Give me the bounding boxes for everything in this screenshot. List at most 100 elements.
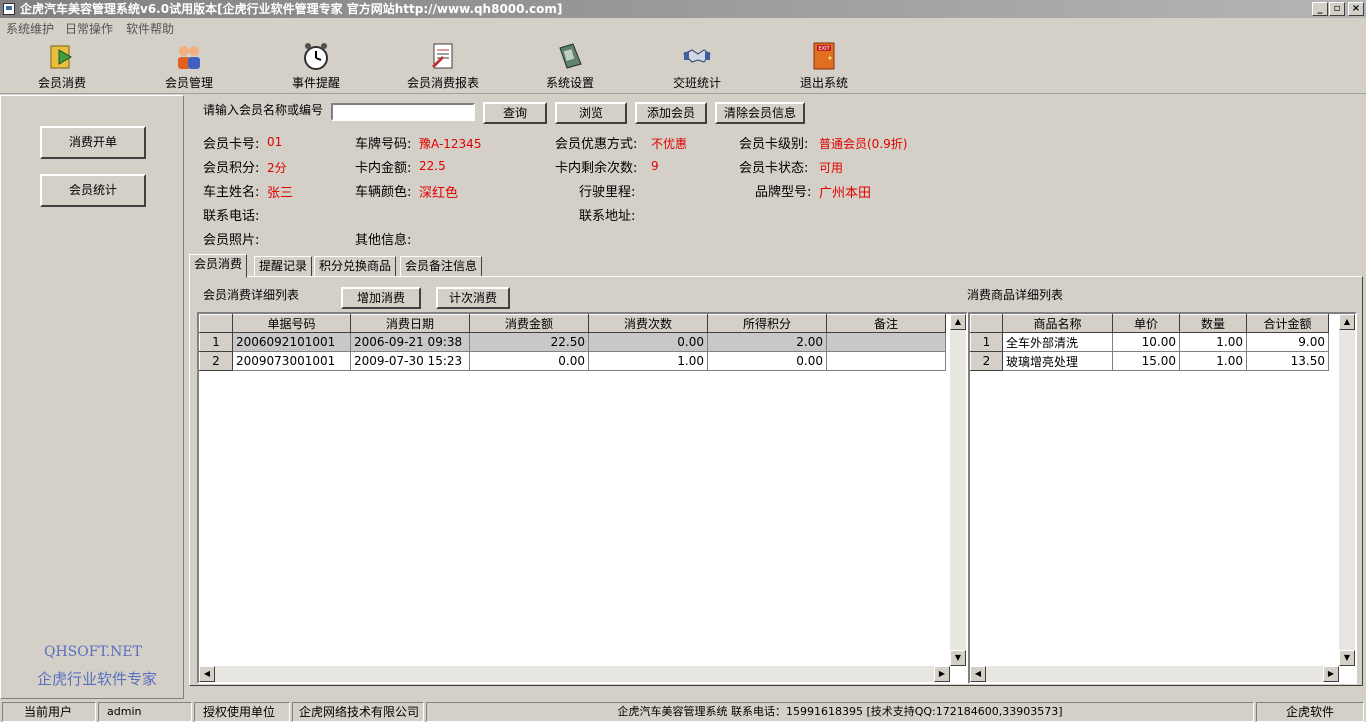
scroll-up-icon[interactable]: ▲: [1339, 314, 1355, 330]
menu-help[interactable]: 软件帮助: [126, 20, 174, 37]
close-button[interactable]: ×: [1348, 2, 1364, 16]
goods-grid[interactable]: 商品名称 单价 数量 合计金额 1 全车外部清洗 10.00 1.00 9.00…: [968, 312, 1357, 684]
scroll-up-icon[interactable]: ▲: [950, 314, 966, 330]
corner-cell: [199, 314, 233, 333]
table-row[interactable]: 2 2009073001001 2009-07-30 15:23 0.00 1.…: [199, 351, 946, 371]
count-consume-button[interactable]: 计次消费: [436, 287, 510, 309]
window-title: 企虎汽车美容管理系统v6.0试用版本[企虎行业软件管理专家 官方网站http:/…: [20, 2, 563, 16]
query-button[interactable]: 查询: [483, 102, 547, 124]
level-value: 普通会员(0.9折): [819, 137, 908, 151]
color-value: 深红色: [419, 186, 459, 201]
color-label: 车辆颜色:: [355, 185, 412, 200]
card-no-label: 会员卡号:: [203, 137, 260, 152]
scroll-right-icon[interactable]: ▶: [934, 666, 950, 682]
table-row[interactable]: 1 2006092101001 2006-09-21 09:38 22.50 0…: [199, 332, 946, 352]
menu-system[interactable]: 系统维护: [6, 20, 54, 37]
row-index: 2: [970, 351, 1003, 371]
status-bar: 当前用户 admin 授权使用单位 企虎网络技术有限公司 企虎汽车美容管理系统 …: [0, 701, 1366, 722]
tab-panel: 会员消费详细列表 增加消费 计次消费 消费商品详细列表 单据号码 消费日期 消费…: [189, 276, 1363, 686]
row-index: 2: [199, 351, 233, 371]
brand-cn: 企虎行业软件专家: [36, 670, 157, 688]
svg-text:EXIT: EXIT: [818, 46, 830, 52]
users-icon: [174, 40, 204, 72]
scroll-down-icon[interactable]: ▼: [1339, 650, 1355, 666]
minimize-button[interactable]: _: [1312, 2, 1328, 16]
row-index: 1: [199, 332, 233, 352]
col-total[interactable]: 合计金额: [1246, 314, 1329, 333]
goods-name-cell: 玻璃增亮处理: [1002, 351, 1113, 371]
brand-label: 品牌型号:: [755, 185, 812, 200]
title-bar: 企虎汽车美容管理系统v6.0试用版本[企虎行业软件管理专家 官方网站http:/…: [0, 0, 1366, 18]
other-info-label: 其他信息:: [355, 233, 412, 248]
member-stats-button[interactable]: 会员统计: [40, 174, 146, 207]
col-qty[interactable]: 数量: [1179, 314, 1247, 333]
brand-en: QHSOFT.NET: [43, 644, 142, 660]
level-label: 会员卡级别:: [739, 137, 809, 152]
tool-shift-stats[interactable]: 交班统计: [649, 40, 745, 92]
consume-header-row: 单据号码 消费日期 消费金额 消费次数 所得积分 备注: [199, 314, 946, 333]
menu-daily[interactable]: 日常操作: [65, 20, 113, 37]
balance-label: 卡内金额:: [355, 161, 412, 176]
add-consume-button[interactable]: 增加消费: [341, 287, 421, 309]
balance-value: 22.5: [419, 159, 446, 173]
tool-member-consume[interactable]: 会员消费: [14, 40, 110, 92]
corner-cell: [970, 314, 1003, 333]
row-index: 1: [970, 332, 1003, 352]
date-cell: 2006-09-21 09:38: [350, 332, 470, 352]
photo-label: 会员照片:: [203, 233, 260, 248]
consume-grid[interactable]: 单据号码 消费日期 消费金额 消费次数 所得积分 备注 1 2006092101…: [197, 312, 968, 684]
tool-system-settings[interactable]: 系统设置: [522, 40, 618, 92]
discount-label: 会员优惠方式:: [555, 137, 638, 152]
col-price[interactable]: 单价: [1112, 314, 1180, 333]
clear-member-button[interactable]: 清除会员信息: [715, 102, 805, 124]
browse-button[interactable]: 浏览: [555, 102, 627, 124]
order-button[interactable]: 消费开单: [40, 126, 146, 159]
amount-cell: 22.50: [469, 332, 589, 352]
tool-event-reminder[interactable]: 事件提醒: [268, 40, 364, 92]
tab-reminder-records[interactable]: 提醒记录: [254, 256, 313, 277]
scroll-left-icon[interactable]: ◀: [970, 666, 986, 682]
table-row[interactable]: 2 玻璃增亮处理 15.00 1.00 13.50: [970, 351, 1329, 371]
current-user-label: 当前用户: [2, 702, 96, 722]
restore-button[interactable]: ▫: [1329, 2, 1345, 16]
brand-value: 广州本田: [819, 186, 872, 201]
consume-vscrollbar[interactable]: ▲ ▼: [950, 314, 966, 666]
note-cell: [826, 351, 946, 371]
status-value: 可用: [819, 161, 844, 175]
bill-no-cell: 2009073001001: [232, 351, 351, 371]
tab-member-consume[interactable]: 会员消费: [189, 254, 248, 278]
col-points[interactable]: 所得积分: [707, 314, 827, 333]
add-member-button[interactable]: 添加会员: [635, 102, 707, 124]
col-date[interactable]: 消费日期: [350, 314, 470, 333]
tab-points-exchange[interactable]: 积分兑换商品: [314, 256, 397, 277]
tool-member-manage[interactable]: 会员管理: [141, 40, 237, 92]
app-icon: [3, 3, 15, 15]
consume-table: 单据号码 消费日期 消费金额 消费次数 所得积分 备注 1 2006092101…: [199, 314, 946, 371]
goods-vscrollbar[interactable]: ▲ ▼: [1339, 314, 1355, 666]
consume-hscrollbar[interactable]: ◀ ▶: [199, 666, 950, 682]
report-icon: [428, 40, 458, 72]
col-goods-name[interactable]: 商品名称: [1002, 314, 1113, 333]
scroll-left-icon[interactable]: ◀: [199, 666, 215, 682]
scroll-down-icon[interactable]: ▼: [950, 650, 966, 666]
goods-table: 商品名称 单价 数量 合计金额 1 全车外部清洗 10.00 1.00 9.00…: [970, 314, 1329, 371]
goods-name-cell: 全车外部清洗: [1002, 332, 1113, 352]
alarm-clock-icon: [301, 40, 331, 72]
bill-no-cell: 2006092101001: [232, 332, 351, 352]
col-times[interactable]: 消费次数: [588, 314, 708, 333]
qty-cell: 1.00: [1179, 351, 1247, 371]
col-amount[interactable]: 消费金额: [469, 314, 589, 333]
licensed-unit-label: 授权使用单位: [194, 702, 290, 722]
search-input[interactable]: [331, 103, 475, 121]
goods-hscrollbar[interactable]: ◀ ▶: [970, 666, 1339, 682]
scroll-right-icon[interactable]: ▶: [1323, 666, 1339, 682]
tab-member-notes[interactable]: 会员备注信息: [400, 256, 483, 277]
col-note[interactable]: 备注: [826, 314, 946, 333]
col-bill-no[interactable]: 单据号码: [232, 314, 351, 333]
table-row[interactable]: 1 全车外部清洗 10.00 1.00 9.00: [970, 332, 1329, 352]
total-cell: 9.00: [1246, 332, 1329, 352]
tool-consume-report[interactable]: 会员消费报表: [395, 40, 491, 92]
tool-exit[interactable]: EXIT 退出系统: [776, 40, 872, 92]
price-cell: 15.00: [1112, 351, 1180, 371]
search-label: 请输入会员名称或编号: [203, 103, 324, 117]
